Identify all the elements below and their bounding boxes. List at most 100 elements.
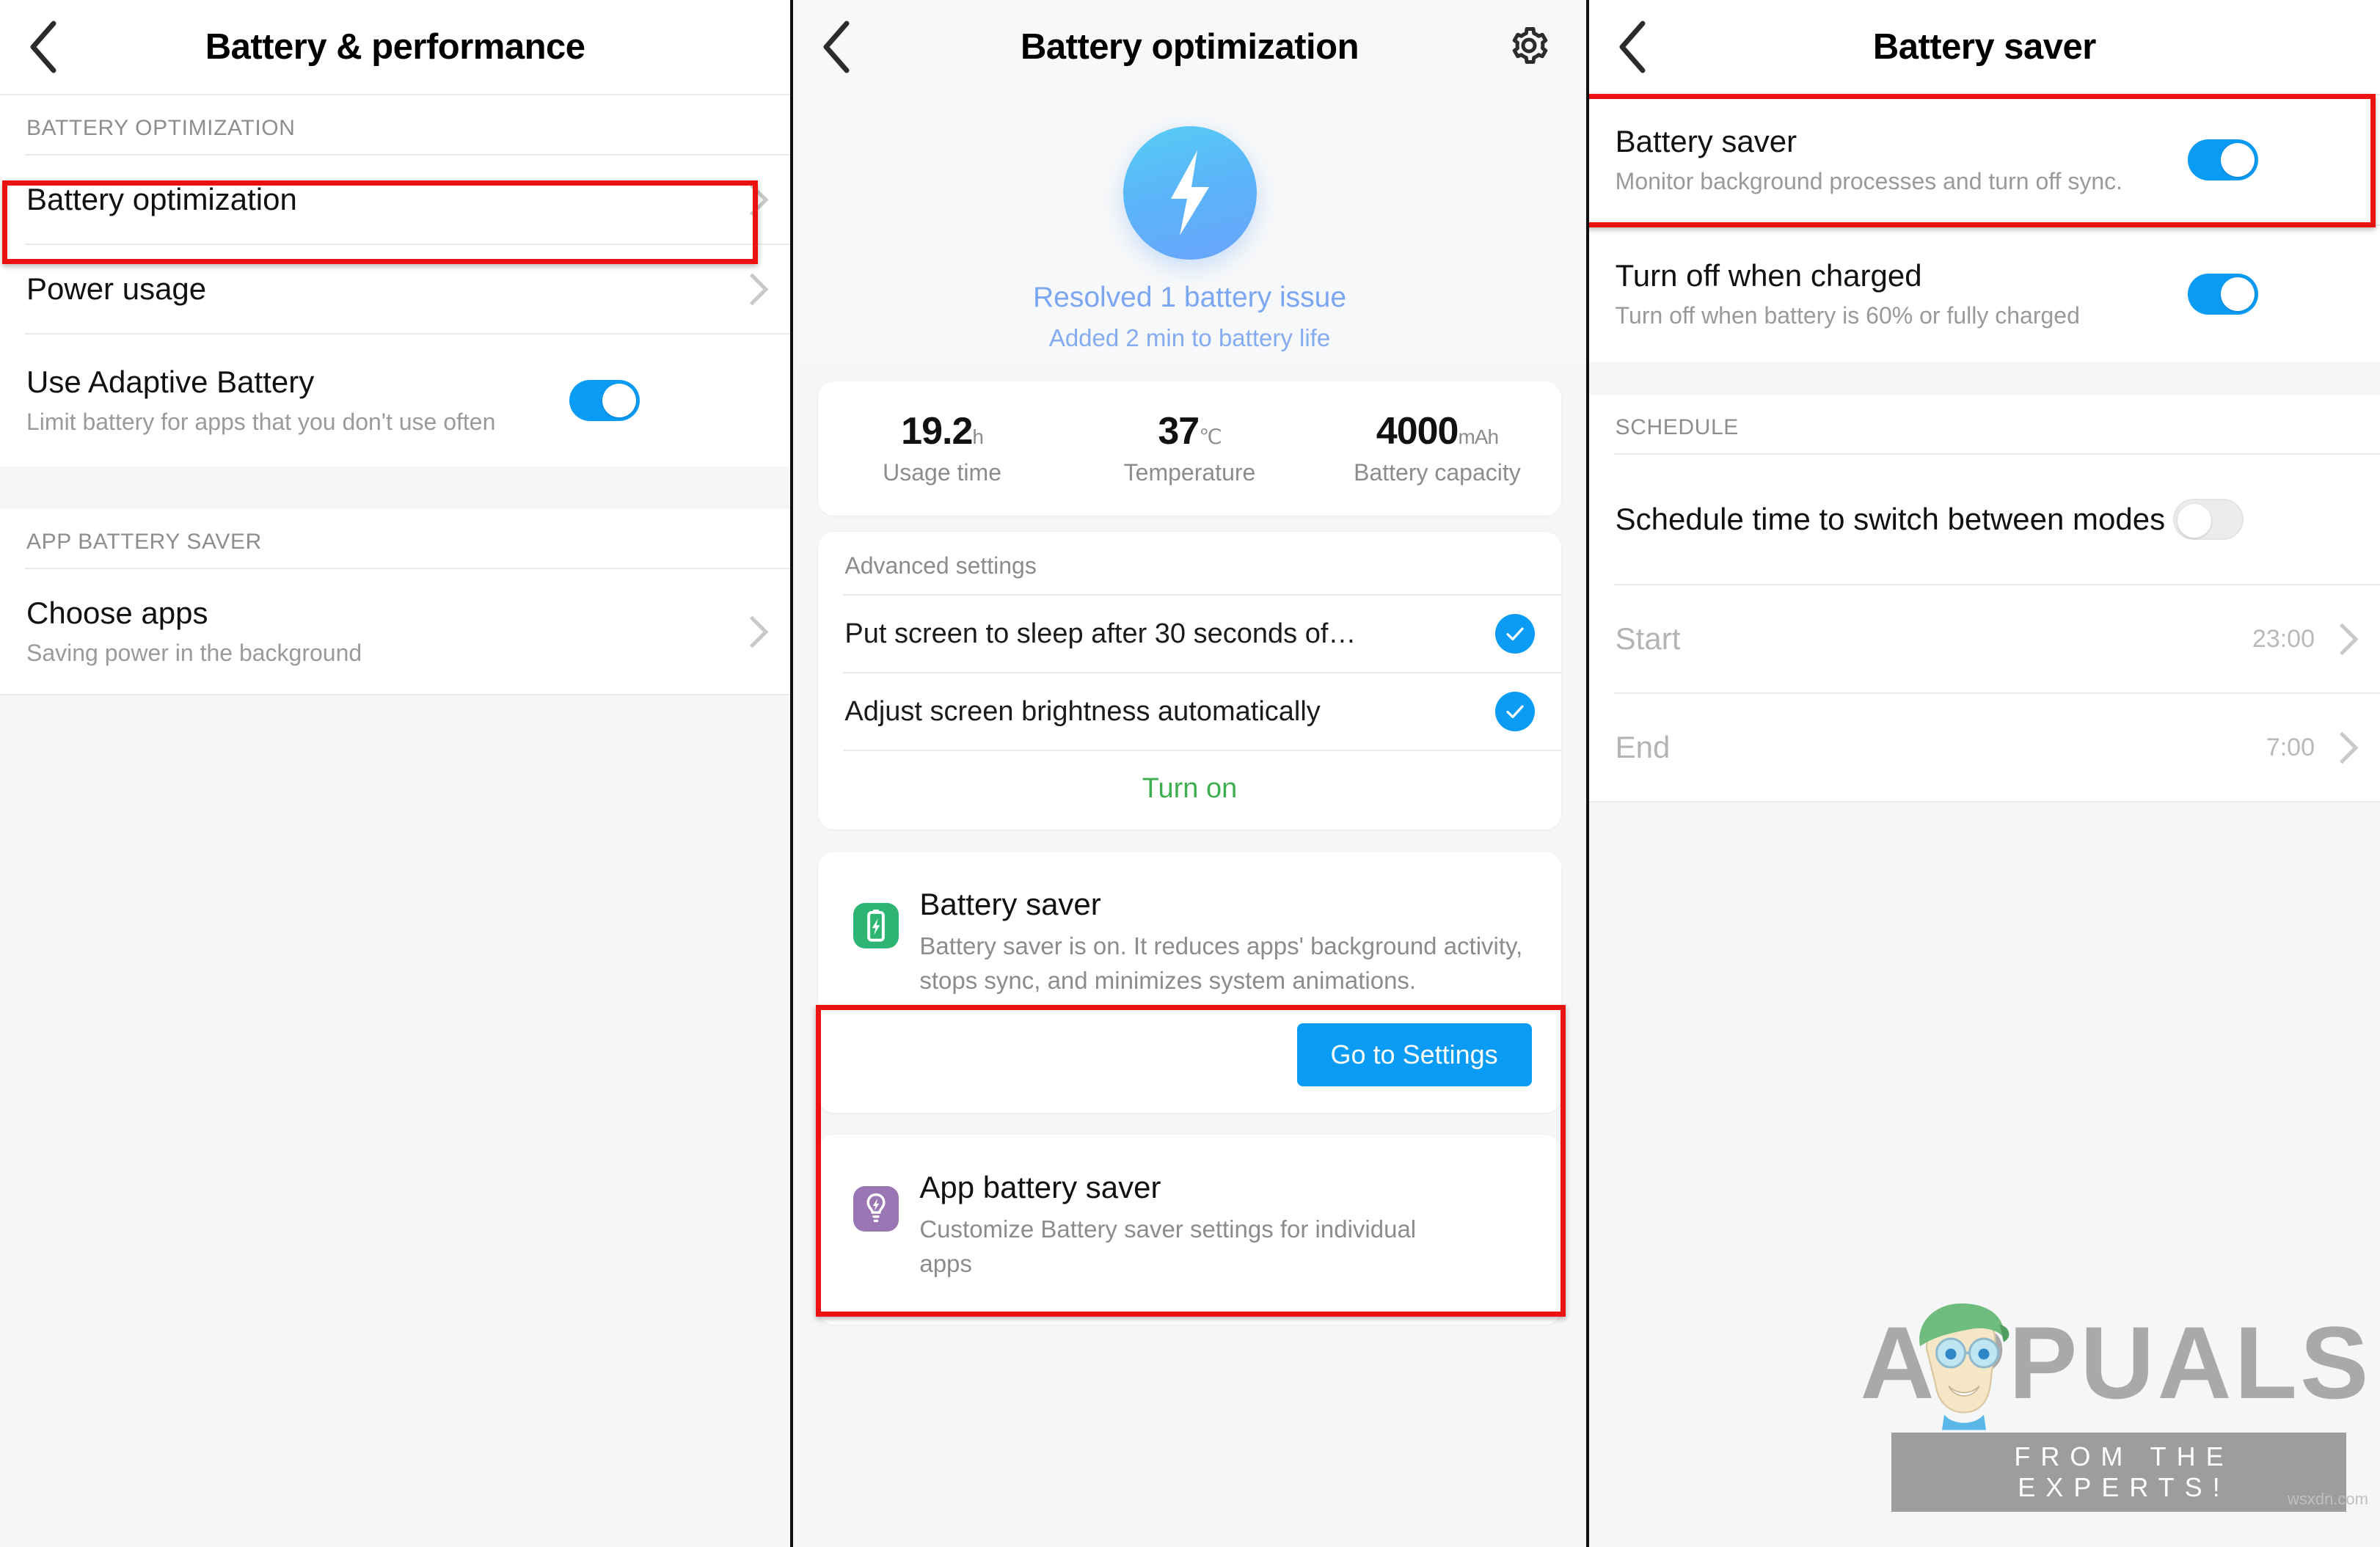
three-screenshot-collage: Battery & performance BATTERY OPTIMIZATI…	[0, 0, 2380, 1547]
settings-button-panel2[interactable]	[1505, 23, 1552, 70]
panel-battery-optimization: Battery optimization Resolved 1 battery …	[793, 0, 1586, 1547]
battery-saver-content: Battery saver Battery saver is on. It re…	[818, 852, 1560, 1113]
chevron-left-icon	[820, 19, 854, 75]
row-title: Battery optimization	[26, 182, 297, 217]
appbar-panel2: Battery optimization	[793, 0, 1586, 94]
hero-battery-status: Resolved 1 battery issue Added 2 min to …	[793, 94, 1586, 365]
check-circle-icon[interactable]	[1494, 692, 1535, 731]
advanced-item-label: Put screen to sleep after 30 seconds of…	[844, 618, 1357, 649]
chevron-right-icon	[2326, 731, 2359, 764]
back-button-panel3[interactable]	[1589, 19, 1677, 75]
chevron-right-icon	[736, 183, 769, 216]
section-label-schedule: SCHEDULE	[1588, 395, 2380, 453]
stat-battery-capacity: 4000mAh Battery capacity	[1313, 409, 1560, 486]
toggle-knob	[2220, 277, 2255, 311]
card-description: Battery saver is on. It reduces apps' ba…	[919, 932, 1523, 994]
chevron-left-icon	[27, 19, 61, 75]
bulb-bolt-icon	[853, 1185, 899, 1232]
card-battery-saver[interactable]: Battery saver Battery saver is on. It re…	[818, 852, 1561, 1113]
advanced-item-auto-brightness[interactable]: Adjust screen brightness automatically	[818, 673, 1560, 750]
row-title: Power usage	[26, 271, 207, 307]
row-title: Battery saver	[1615, 124, 1797, 159]
row-power-usage[interactable]: Power usage	[0, 245, 791, 333]
page-title-panel3: Battery saver	[1872, 27, 2097, 67]
row-text: Start	[1616, 601, 2252, 676]
stat-temperature: 37℃ Temperature	[1066, 409, 1313, 486]
stat-usage-time: 19.2h Usage time	[818, 409, 1065, 486]
row-title: Start	[1615, 621, 1681, 657]
gear-icon	[1507, 23, 1551, 71]
hero-subline: Added 2 min to battery life	[1048, 324, 1331, 351]
stat-value: 37℃	[1158, 410, 1222, 453]
page-title-panel2: Battery optimization	[1021, 27, 1359, 67]
stat-unit: h	[972, 425, 984, 448]
stat-label: Temperature	[1123, 459, 1256, 486]
card-description: Customize Battery saver settings for ind…	[919, 1215, 1417, 1277]
mascot-icon	[1919, 1303, 2010, 1430]
appuals-tagline: FROM THE EXPERTS!	[1891, 1433, 2346, 1512]
advanced-item-label: Adjust screen brightness automatically	[844, 695, 1321, 727]
stat-unit: ℃	[1199, 425, 1222, 448]
panel-battery-and-performance: Battery & performance BATTERY OPTIMIZATI…	[0, 0, 791, 1547]
row-battery-optimization[interactable]: Battery optimization	[0, 156, 791, 244]
section-label-app-battery-saver: APP BATTERY SAVER	[0, 509, 791, 568]
stat-value: 4000mAh	[1376, 410, 1499, 453]
toggle-use-adaptive-battery[interactable]	[569, 380, 640, 421]
row-text: Battery saver Monitor background process…	[1616, 104, 2188, 216]
appbar-panel3: Battery saver	[1588, 0, 2380, 94]
lightning-bolt-icon	[1123, 126, 1257, 260]
row-use-adaptive-battery[interactable]: Use Adaptive Battery Limit battery for a…	[0, 334, 791, 467]
stats-row: 19.2h Usage time 37℃ Temperature 4000mAh…	[818, 381, 1560, 516]
toggle-battery-saver[interactable]	[2187, 139, 2258, 180]
chevron-right-icon	[2326, 623, 2359, 655]
row-start-time[interactable]: Start 23:00	[1588, 585, 2380, 692]
section-gap	[1588, 362, 2380, 395]
row-text: Power usage	[26, 252, 741, 326]
battery-charging-icon	[853, 903, 899, 948]
row-schedule-time[interactable]: Schedule time to switch between modes	[1588, 455, 2380, 584]
chevron-right-icon	[736, 273, 769, 305]
card-advanced-settings: Advanced settings Put screen to sleep af…	[818, 532, 1561, 830]
toggle-turn-off-when-charged[interactable]	[2187, 274, 2258, 315]
site-credit: wsxdn.com	[2287, 1490, 2368, 1508]
page-title-panel1: Battery & performance	[205, 27, 585, 67]
row-end-time[interactable]: End 7:00	[1588, 694, 2380, 801]
battery-saver-text: Battery saver Battery saver is on. It re…	[919, 887, 1532, 1086]
toggle-schedule-time[interactable]	[2172, 499, 2244, 540]
panel-battery-saver: Battery saver Battery saver Monitor back…	[1588, 0, 2380, 1547]
row-text: Turn off when charged Turn off when batt…	[1616, 238, 2188, 350]
row-subtitle: Turn off when battery is 60% or fully ch…	[1615, 301, 2080, 329]
card-button-row: Go to Settings	[919, 1023, 1532, 1086]
back-button-panel1[interactable]	[0, 19, 88, 75]
panel1-section-app-battery-saver: APP BATTERY SAVER Choose apps Saving pow…	[0, 509, 791, 695]
app-battery-saver-text: App battery saver Customize Battery save…	[919, 1170, 1531, 1281]
advanced-item-screen-sleep[interactable]: Put screen to sleep after 30 seconds of…	[818, 596, 1560, 672]
row-title: Choose apps	[26, 596, 208, 631]
row-battery-saver[interactable]: Battery saver Monitor background process…	[1588, 95, 2380, 224]
row-title: Schedule time to switch between modes	[1615, 502, 2166, 537]
row-subtitle: Monitor background processes and turn of…	[1615, 167, 2123, 194]
row-text: Battery optimization	[26, 162, 741, 237]
back-button-panel2[interactable]	[793, 19, 881, 75]
go-to-settings-button[interactable]: Go to Settings	[1296, 1023, 1532, 1086]
advanced-settings-header: Advanced settings	[844, 552, 1037, 579]
row-turn-off-when-charged[interactable]: Turn off when charged Turn off when batt…	[1588, 226, 2380, 362]
stat-label: Usage time	[883, 459, 1001, 486]
appbar-panel1: Battery & performance	[0, 0, 791, 94]
panel3-section-main: Battery saver Monitor background process…	[1588, 95, 2380, 362]
toggle-knob	[2177, 504, 2211, 538]
card-app-battery-saver[interactable]: App battery saver Customize Battery save…	[818, 1134, 1561, 1325]
row-text: Schedule time to switch between modes	[1616, 482, 2173, 557]
row-subtitle: Limit battery for apps that you don't us…	[26, 408, 496, 435]
card-battery-stats: 19.2h Usage time 37℃ Temperature 4000mAh…	[818, 381, 1561, 516]
row-subtitle: Saving power in the background	[26, 639, 362, 666]
chevron-left-icon	[1616, 19, 1650, 75]
app-battery-saver-content: App battery saver Customize Battery save…	[818, 1135, 1560, 1325]
turn-on-button[interactable]: Turn on	[818, 751, 1560, 830]
row-title: End	[1615, 730, 1671, 765]
section-gap	[0, 467, 791, 509]
check-circle-icon[interactable]	[1494, 614, 1535, 654]
row-choose-apps[interactable]: Choose apps Saving power in the backgrou…	[0, 569, 791, 694]
divider	[1588, 801, 2380, 802]
divider	[0, 694, 791, 695]
